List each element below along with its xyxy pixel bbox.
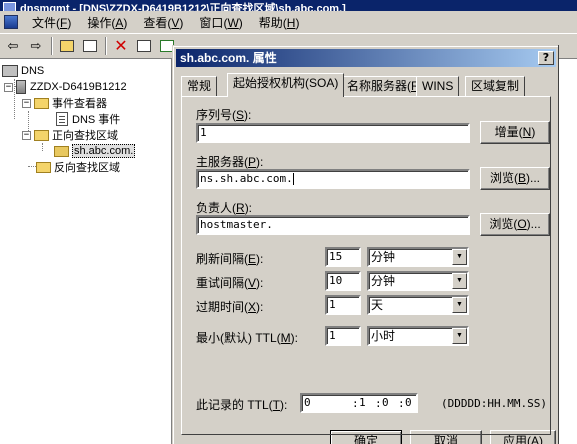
- dropdown-arrow-icon[interactable]: ▼: [452, 249, 467, 265]
- forward-icon[interactable]: ⇨: [25, 36, 47, 56]
- tree-connector: [42, 143, 43, 151]
- browse-responsible-button[interactable]: 浏览(O)...: [480, 213, 550, 236]
- tree-node-event-viewer[interactable]: − 事件查看器: [22, 95, 107, 111]
- record-ttl-minutes[interactable]: 0: [382, 395, 389, 411]
- dialog-title-bar: sh.abc.com. 属性 ?: [176, 49, 556, 67]
- event-log-icon: [56, 112, 68, 126]
- tree-node-dns-events[interactable]: DNS 事件: [56, 111, 120, 127]
- browse-primary-server-button[interactable]: 浏览(B)...: [480, 167, 550, 190]
- responsible-person-label: 负责人(R):: [196, 201, 253, 215]
- back-icon[interactable]: ⇦: [2, 36, 24, 56]
- retry-interval-label: 重试间隔(V):: [196, 276, 264, 290]
- up-folder-icon[interactable]: [56, 36, 78, 56]
- record-ttl-hours[interactable]: 1: [359, 395, 366, 411]
- zone-properties-dialog: sh.abc.com. 属性 ? 常规 起始授权机构(SOA) 名称服务器(R)…: [172, 45, 558, 444]
- tab-wins[interactable]: WINS: [416, 76, 460, 96]
- tab-zone-transfers[interactable]: 区域复制: [465, 76, 526, 96]
- menu-file[interactable]: 文件(F): [24, 14, 79, 31]
- record-ttl-input[interactable]: 0 : 1 : 0 : 0: [300, 393, 418, 413]
- dialog-title: sh.abc.com. 属性: [180, 51, 277, 65]
- menu-window[interactable]: 窗口(W): [191, 14, 250, 31]
- menu-bar: 文件(F) 操作(A) 查看(V) 窗口(W) 帮助(H): [0, 11, 577, 33]
- folder-icon: [36, 161, 51, 173]
- tab-soa[interactable]: 起始授权机构(SOA): [227, 73, 345, 97]
- folder-icon: [34, 97, 49, 109]
- toolbar-separator: [51, 37, 53, 55]
- console-tree: DNS − ZZDX-D6419B1212 − 事件查看器 DNS 事件 − 正…: [0, 59, 172, 444]
- dropdown-arrow-icon[interactable]: ▼: [452, 273, 467, 289]
- properties-icon[interactable]: [133, 36, 155, 56]
- serial-label: 序列号(S):: [196, 108, 252, 122]
- record-ttl-label: 此记录的 TTL(T):: [196, 398, 288, 412]
- expires-after-input[interactable]: 1: [325, 295, 361, 315]
- tree-node-dns[interactable]: DNS: [2, 63, 44, 79]
- refresh-interval-label: 刷新间隔(E):: [196, 252, 264, 266]
- collapse-icon[interactable]: −: [4, 82, 13, 92]
- tree-node-forward-zones[interactable]: − 正向查找区域: [22, 127, 118, 143]
- collapse-icon[interactable]: −: [22, 130, 31, 140]
- menu-action[interactable]: 操作(A): [79, 14, 135, 31]
- toolbar-separator: [105, 37, 107, 55]
- primary-server-input[interactable]: ns.sh.abc.com.: [196, 169, 470, 189]
- refresh-interval-input[interactable]: 15: [325, 247, 361, 267]
- minimum-ttl-input[interactable]: 1: [325, 326, 361, 346]
- record-ttl-days[interactable]: 0: [304, 395, 311, 411]
- tab-general[interactable]: 常规: [181, 76, 218, 96]
- tree-node-reverse-zones[interactable]: 反向查找区域: [36, 159, 120, 175]
- delete-icon[interactable]: ✕: [110, 36, 132, 56]
- dropdown-arrow-icon[interactable]: ▼: [452, 328, 467, 344]
- dns-console-icon[interactable]: [4, 15, 18, 29]
- tree-node-zone[interactable]: sh.abc.com.: [54, 143, 136, 159]
- tree-node-server[interactable]: − ZZDX-D6419B1212: [4, 79, 127, 95]
- ttl-format-hint: (DDDDD:HH.MM.SS): [441, 397, 547, 410]
- minimum-ttl-unit-select[interactable]: 小时 ▼: [367, 326, 469, 346]
- show-tree-icon[interactable]: [79, 36, 101, 56]
- increment-button[interactable]: 增量(N): [480, 121, 550, 144]
- record-ttl-seconds[interactable]: 0: [405, 395, 412, 411]
- collapse-icon[interactable]: −: [22, 98, 31, 108]
- soa-tab-panel: 序列号(S): 1 增量(N) 主服务器(P): ns.sh.abc.com. …: [181, 96, 551, 435]
- expires-after-label: 过期时间(X):: [196, 300, 264, 314]
- folder-icon: [34, 129, 49, 141]
- menu-help[interactable]: 帮助(H): [251, 14, 308, 31]
- primary-server-label: 主服务器(P):: [196, 155, 264, 169]
- expires-unit-select[interactable]: 天 ▼: [367, 295, 469, 315]
- menu-view[interactable]: 查看(V): [135, 14, 191, 31]
- help-icon[interactable]: ?: [538, 51, 554, 65]
- results-pane: [558, 59, 577, 444]
- dropdown-arrow-icon[interactable]: ▼: [452, 297, 467, 313]
- serial-input[interactable]: 1: [196, 123, 470, 143]
- server-icon: [16, 80, 26, 94]
- responsible-person-input[interactable]: hostmaster.: [196, 215, 470, 235]
- dns-icon: [2, 65, 18, 77]
- minimum-ttl-label: 最小(默认) TTL(M):: [196, 331, 299, 345]
- zone-icon: [54, 145, 69, 157]
- retry-interval-input[interactable]: 10: [325, 271, 361, 291]
- retry-unit-select[interactable]: 分钟 ▼: [367, 271, 469, 291]
- refresh-unit-select[interactable]: 分钟 ▼: [367, 247, 469, 267]
